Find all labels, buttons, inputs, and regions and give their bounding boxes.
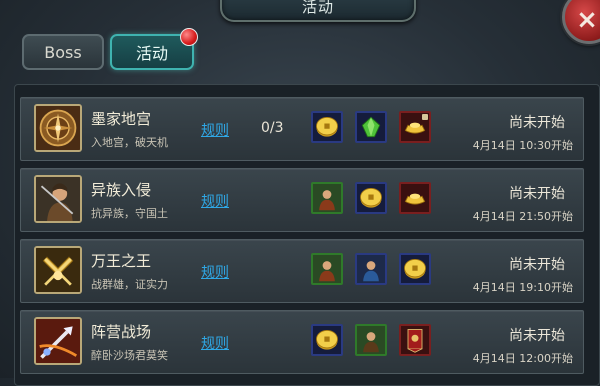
activity-name: 墨家地宫 — [91, 110, 152, 128]
activity-row-mojia[interactable]: 墨家地宫 入地宫，破天机 规则 0/3 尚未开始 4月14日 10:30开始 — [20, 97, 584, 161]
start-time: 4月14日 12:00开始 — [472, 352, 573, 365]
status-text: 尚未开始 — [509, 257, 565, 273]
activity-desc: 战群雄，证实力 — [91, 278, 168, 291]
tab-boss[interactable]: Boss — [22, 34, 104, 70]
activity-desc: 醉卧沙场君莫笑 — [91, 349, 168, 362]
status-text: 尚未开始 — [509, 186, 565, 202]
gold-ingot-icon[interactable] — [399, 111, 431, 143]
gold-coin-icon[interactable] — [355, 182, 387, 214]
rules-link[interactable]: 规则 — [201, 333, 229, 353]
activity-row-invasion[interactable]: 异族入侵 抗异族，守国土 规则 尚未开始 4月14日 21:50开始 — [20, 168, 584, 232]
start-time: 4月14日 19:10开始 — [472, 281, 573, 294]
gold-coin-icon[interactable] — [311, 324, 343, 356]
general-portrait-icon[interactable] — [311, 253, 343, 285]
general-portrait-icon[interactable] — [355, 253, 387, 285]
gold-ingot-icon[interactable] — [399, 182, 431, 214]
gold-coin-icon[interactable] — [311, 111, 343, 143]
sword-strike-icon — [34, 317, 82, 365]
close-icon: × — [576, 5, 598, 35]
rules-link[interactable]: 规则 — [201, 262, 229, 282]
start-time: 4月14日 10:30开始 — [472, 139, 573, 152]
notification-dot — [180, 28, 198, 46]
tab-boss-label: Boss — [44, 42, 82, 62]
activity-desc: 抗异族，守国土 — [91, 207, 168, 220]
start-time: 4月14日 21:50开始 — [472, 210, 573, 223]
status-text: 尚未开始 — [509, 115, 565, 131]
rules-link[interactable]: 规则 — [201, 191, 229, 211]
general-portrait-icon[interactable] — [311, 182, 343, 214]
activity-desc: 入地宫，破天机 — [91, 136, 168, 149]
compass-emblem-icon — [34, 104, 82, 152]
rules-link[interactable]: 规则 — [201, 120, 229, 140]
activity-name: 万王之王 — [91, 252, 152, 270]
tab-activity-label: 活动 — [135, 44, 168, 63]
activity-row-battlefield[interactable]: 阵营战场 醉卧沙场君莫笑 规则 尚未开始 4月14日 12:00开始 — [20, 310, 584, 374]
gold-coin-icon[interactable] — [399, 253, 431, 285]
activity-name: 异族入侵 — [91, 181, 152, 199]
page-title: 活动 — [301, 0, 334, 16]
activity-row-king-of-kings[interactable]: 万王之王 战群雄，证实力 规则 尚未开始 4月14日 19:10开始 — [20, 239, 584, 303]
activity-name: 阵营战场 — [91, 323, 152, 341]
general-portrait-icon[interactable] — [355, 324, 387, 356]
war-banner-icon[interactable] — [399, 324, 431, 356]
title-banner: 活动 — [220, 0, 416, 22]
attempt-count: 0/3 — [261, 120, 284, 136]
status-text: 尚未开始 — [509, 328, 565, 344]
crossed-swords-emblem-icon — [34, 246, 82, 294]
green-gem-icon[interactable] — [355, 111, 387, 143]
warrior-portrait-icon — [34, 175, 82, 223]
close-button[interactable]: × — [562, 0, 600, 44]
